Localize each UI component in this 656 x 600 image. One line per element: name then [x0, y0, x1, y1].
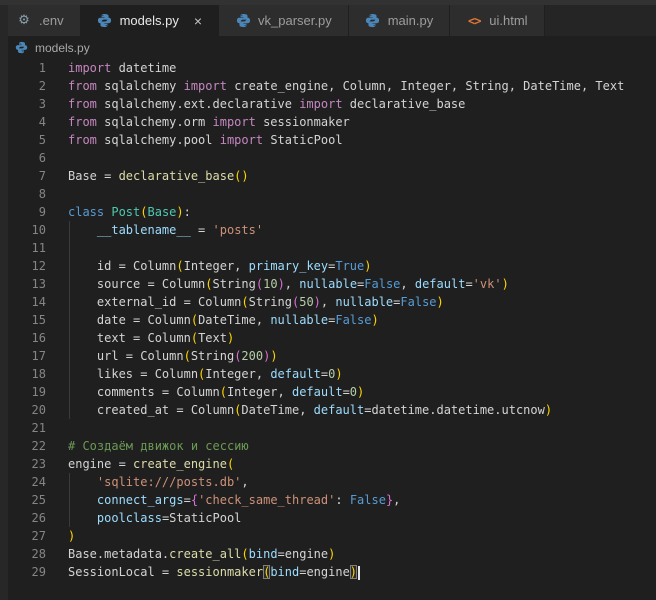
- breadcrumb-file-label: models.py: [35, 41, 90, 55]
- tab-env[interactable]: ⚙ .env: [0, 5, 81, 36]
- tab-label: models.py: [120, 13, 179, 28]
- python-icon: [13, 40, 29, 56]
- tab-label: vk_parser.py: [258, 13, 332, 28]
- code-text: 'sqlite:///posts.db',: [46, 473, 249, 491]
- tab-label: ui.html: [489, 13, 527, 28]
- code-line[interactable]: 27): [0, 527, 656, 545]
- code-text: poolclass=StaticPool: [46, 509, 241, 527]
- code-text: comments = Column(Integer, default=0): [46, 383, 364, 401]
- code-line[interactable]: 3from sqlalchemy.ext.declarative import …: [0, 95, 656, 113]
- code-text: __tablename__ = 'posts': [46, 221, 263, 239]
- python-icon: [97, 13, 113, 29]
- code-line[interactable]: 15 date = Column(DateTime, nullable=Fals…: [0, 311, 656, 329]
- code-line[interactable]: 1import datetime: [0, 59, 656, 77]
- python-icon: [365, 13, 381, 29]
- code-text: engine = create_engine(: [46, 455, 234, 473]
- code-text: # Создаём движок и сессию: [46, 437, 249, 455]
- code-line[interactable]: 19 comments = Column(Integer, default=0): [0, 383, 656, 401]
- code-line[interactable]: 11: [0, 239, 656, 257]
- code-line[interactable]: 16 text = Column(Text): [0, 329, 656, 347]
- code-line[interactable]: 25 connect_args={'check_same_thread': Fa…: [0, 491, 656, 509]
- code-line[interactable]: 21: [0, 419, 656, 437]
- tab-vk-parser-py[interactable]: vk_parser.py: [219, 5, 349, 36]
- code-text: from sqlalchemy.pool import StaticPool: [46, 131, 343, 149]
- tab-label: main.py: [388, 13, 434, 28]
- breadcrumb[interactable]: models.py: [0, 36, 656, 59]
- python-icon: [235, 13, 251, 29]
- code-text: from sqlalchemy.orm import sessionmaker: [46, 113, 350, 131]
- editor-tab-bar: ⚙ .env models.py × vk_parser.py main.py …: [0, 5, 656, 36]
- code-text: likes = Column(Integer, default=0): [46, 365, 343, 383]
- code-text: source = Column(String(10), nullable=Fal…: [46, 275, 509, 293]
- code-text: from sqlalchemy.ext.declarative import d…: [46, 95, 465, 113]
- tab-ui-html[interactable]: <> ui.html: [450, 5, 544, 36]
- code-text: class Post(Base):: [46, 203, 191, 221]
- code-line[interactable]: 26 poolclass=StaticPool: [0, 509, 656, 527]
- html-icon: <>: [466, 13, 482, 29]
- code-line[interactable]: 23engine = create_engine(: [0, 455, 656, 473]
- code-line[interactable]: 20 created_at = Column(DateTime, default…: [0, 401, 656, 419]
- tab-main-py[interactable]: main.py: [349, 5, 451, 36]
- tab-models-py[interactable]: models.py ×: [81, 5, 219, 36]
- code-text: id = Column(Integer, primary_key=True): [46, 257, 372, 275]
- tab-label: .env: [39, 13, 64, 28]
- code-text: url = Column(String(200)): [46, 347, 278, 365]
- code-text: Base = declarative_base(): [46, 167, 249, 185]
- code-line[interactable]: 29SessionLocal = sessionmaker(bind=engin…: [0, 563, 656, 581]
- code-text: from sqlalchemy import create_engine, Co…: [46, 77, 624, 95]
- code-line[interactable]: 12 id = Column(Integer, primary_key=True…: [0, 257, 656, 275]
- code-line[interactable]: 14 external_id = Column(String(50), null…: [0, 293, 656, 311]
- code-editor[interactable]: 1import datetime2from sqlalchemy import …: [0, 59, 656, 581]
- code-lines: 1import datetime2from sqlalchemy import …: [0, 59, 656, 581]
- code-text: [46, 185, 68, 203]
- code-line[interactable]: 17 url = Column(String(200)): [0, 347, 656, 365]
- code-line[interactable]: 2from sqlalchemy import create_engine, C…: [0, 77, 656, 95]
- code-line[interactable]: 13 source = Column(String(10), nullable=…: [0, 275, 656, 293]
- code-text: [46, 149, 68, 167]
- text-cursor: [358, 566, 360, 580]
- code-line[interactable]: 4from sqlalchemy.orm import sessionmaker: [0, 113, 656, 131]
- code-line[interactable]: 5from sqlalchemy.pool import StaticPool: [0, 131, 656, 149]
- code-line[interactable]: 8: [0, 185, 656, 203]
- code-text: external_id = Column(String(50), nullabl…: [46, 293, 444, 311]
- editor-left-strip: [0, 5, 8, 600]
- gear-icon: ⚙: [16, 13, 32, 29]
- code-text: import datetime: [46, 59, 176, 77]
- code-text: date = Column(DateTime, nullable=False): [46, 311, 379, 329]
- code-line[interactable]: 28Base.metadata.create_all(bind=engine): [0, 545, 656, 563]
- code-text: created_at = Column(DateTime, default=da…: [46, 401, 552, 419]
- code-line[interactable]: 9class Post(Base):: [0, 203, 656, 221]
- code-line[interactable]: 10 __tablename__ = 'posts': [0, 221, 656, 239]
- code-text: connect_args={'check_same_thread': False…: [46, 491, 400, 509]
- code-text: SessionLocal = sessionmaker(bind=engine): [46, 563, 360, 581]
- code-line[interactable]: 6: [0, 149, 656, 167]
- code-text: ): [46, 527, 75, 545]
- code-text: text = Column(Text): [46, 329, 234, 347]
- code-text: Base.metadata.create_all(bind=engine): [46, 545, 335, 563]
- code-line[interactable]: 22# Создаём движок и сессию: [0, 437, 656, 455]
- code-line[interactable]: 18 likes = Column(Integer, default=0): [0, 365, 656, 383]
- code-line[interactable]: 24 'sqlite:///posts.db',: [0, 473, 656, 491]
- code-text: [46, 239, 68, 257]
- code-text: [46, 419, 68, 437]
- close-icon[interactable]: ×: [194, 14, 202, 28]
- code-line[interactable]: 7Base = declarative_base(): [0, 167, 656, 185]
